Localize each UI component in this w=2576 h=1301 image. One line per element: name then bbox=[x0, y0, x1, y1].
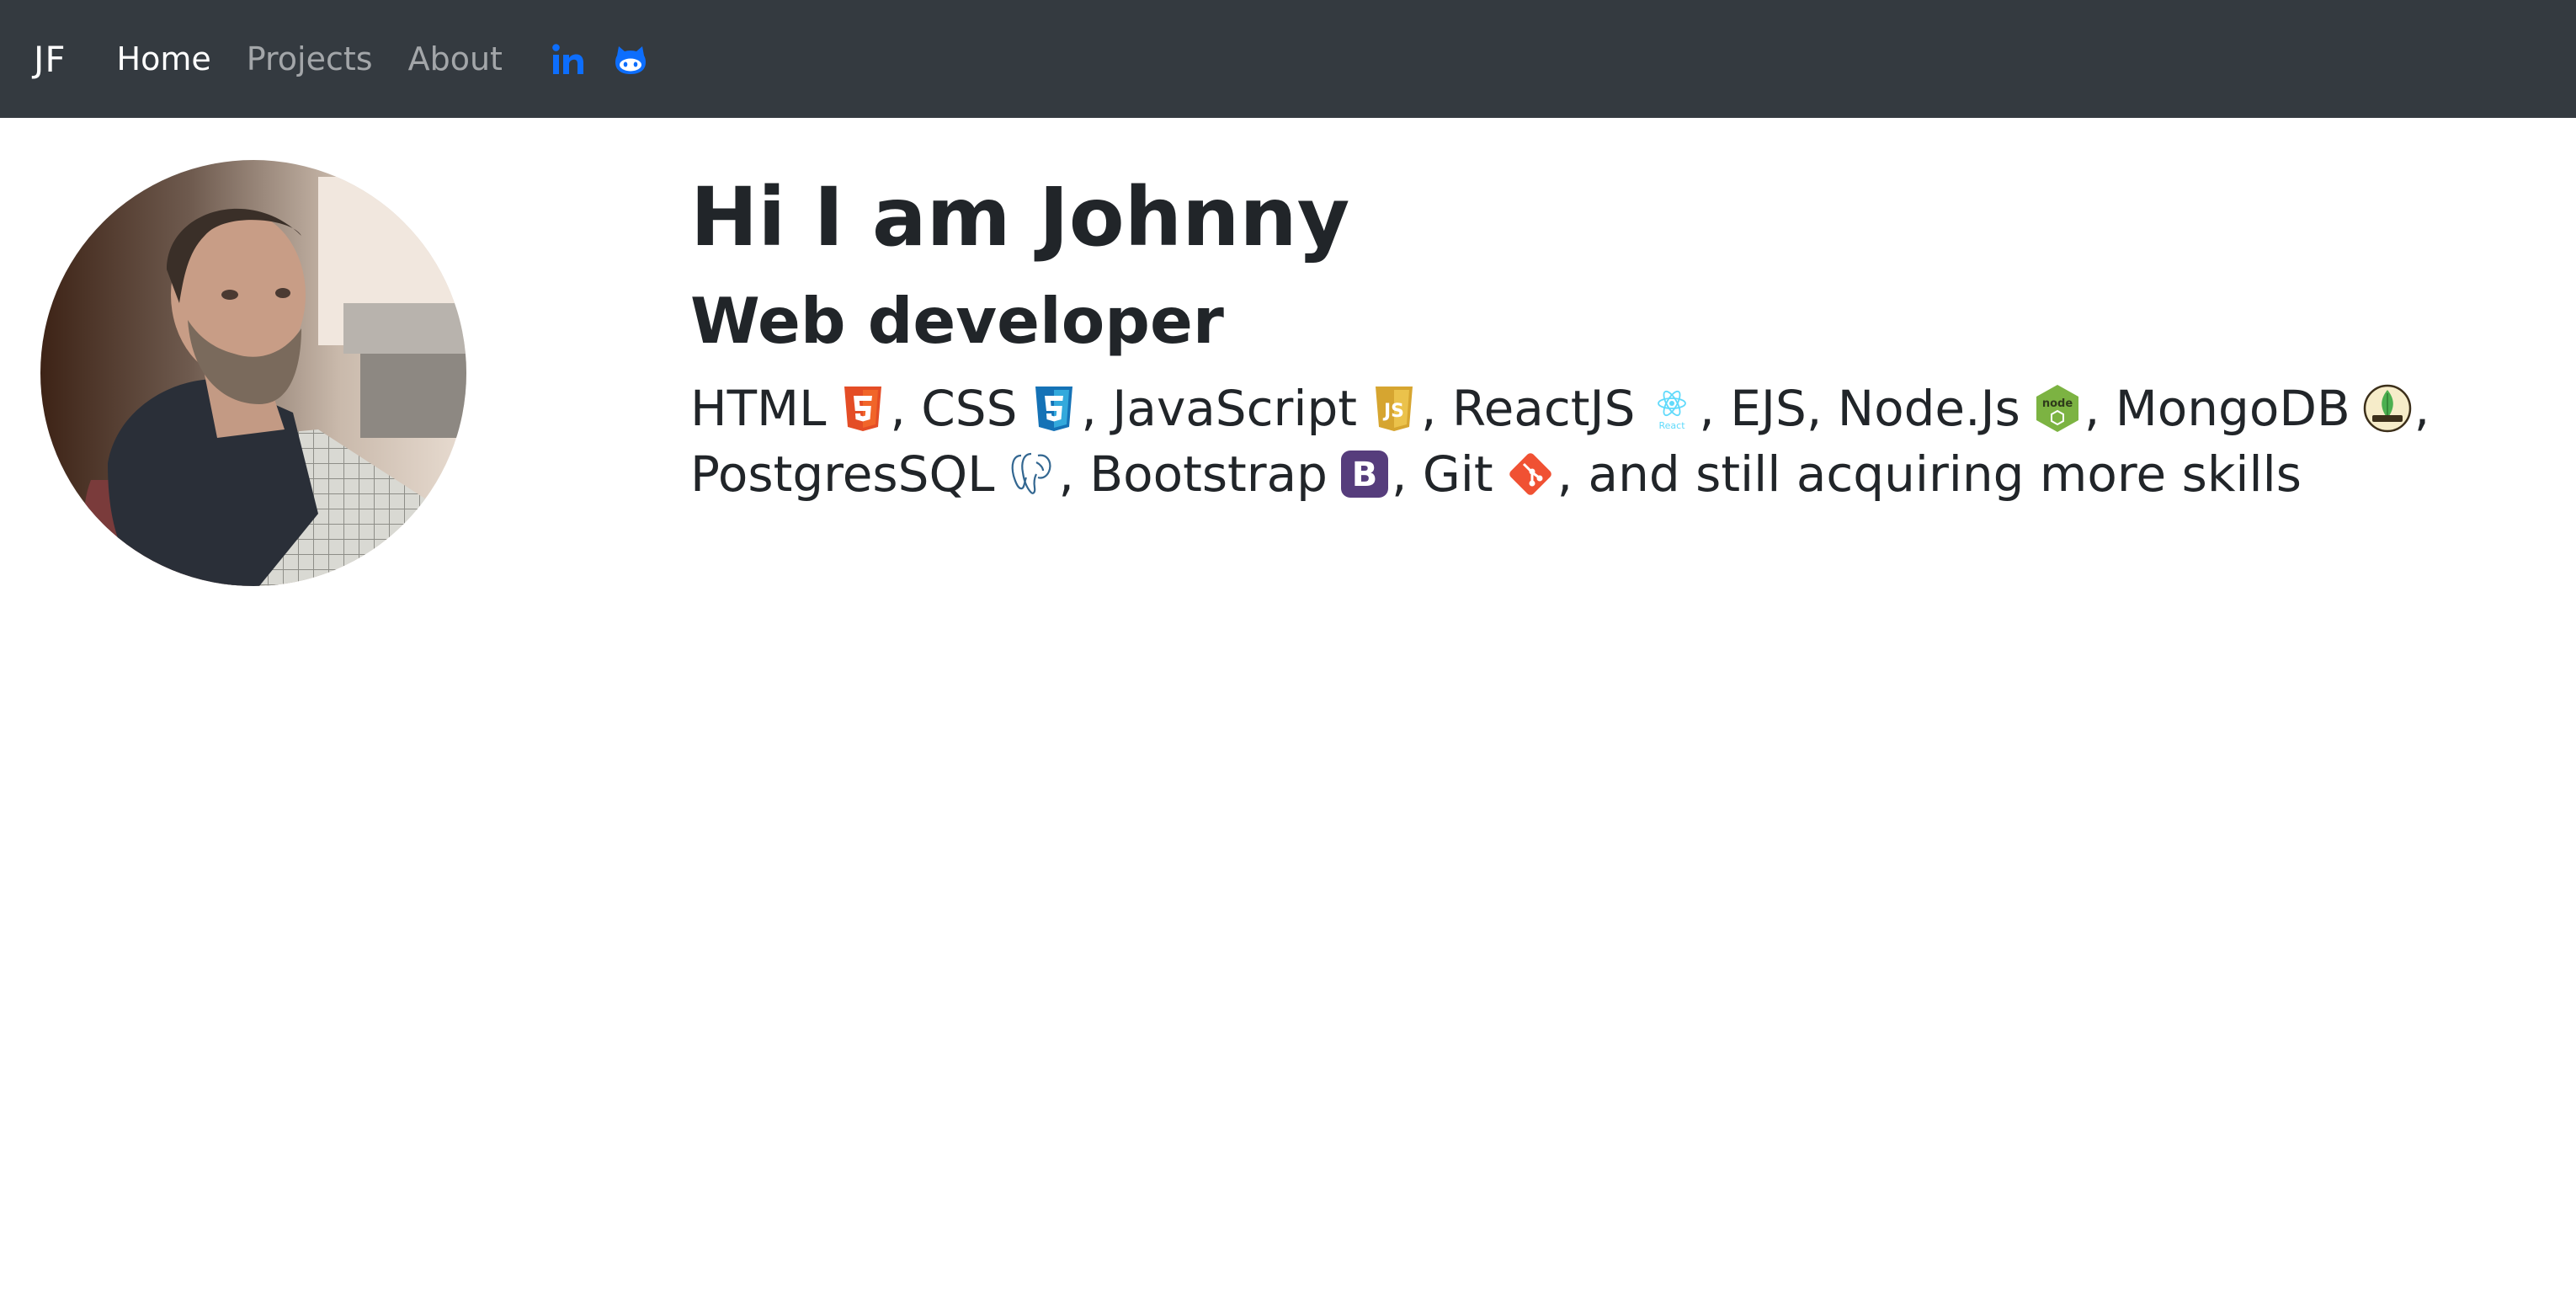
javascript-icon: JS bbox=[1369, 383, 1419, 434]
navbar: JF Home Projects About bbox=[0, 0, 2576, 118]
github-link[interactable] bbox=[612, 40, 649, 77]
svg-text:JS: JS bbox=[1382, 401, 1404, 422]
github-icon bbox=[615, 46, 646, 74]
svg-text:B: B bbox=[1352, 456, 1378, 494]
social-links bbox=[550, 40, 674, 77]
brand-logo[interactable]: JF bbox=[34, 39, 67, 80]
postgresql-icon bbox=[1006, 449, 1056, 499]
page-subtitle: Web developer bbox=[690, 284, 1224, 358]
git-icon bbox=[1505, 449, 1556, 499]
skill-html: HTML bbox=[690, 380, 827, 437]
nav-link-projects[interactable]: Projects bbox=[247, 40, 373, 77]
profile-photo bbox=[40, 160, 466, 586]
page-title: Hi I am Johnny bbox=[690, 170, 1350, 264]
mongodb-icon bbox=[2362, 383, 2413, 434]
skill-bootstrap: Bootstrap bbox=[1089, 445, 1328, 503]
intro-section: Hi I am Johnny Web developer HTML, CSS, … bbox=[690, 160, 2542, 507]
nav-link-home[interactable]: Home bbox=[117, 40, 211, 77]
linkedin-link[interactable] bbox=[550, 40, 587, 77]
nodejs-icon: node bbox=[2032, 383, 2083, 434]
html5-icon bbox=[838, 383, 888, 434]
svg-text:React: React bbox=[1659, 420, 1686, 431]
skill-reactjs: ReactJS bbox=[1451, 380, 1636, 437]
react-icon: React bbox=[1647, 383, 1697, 434]
linkedin-icon bbox=[552, 44, 583, 74]
skill-css: CSS bbox=[921, 380, 1018, 437]
skill-git: Git bbox=[1422, 445, 1493, 503]
skills-ending: , and still acquiring more skills bbox=[1557, 445, 2302, 503]
skill-javascript: JavaScript bbox=[1112, 380, 1358, 437]
nav-link-about[interactable]: About bbox=[408, 40, 503, 77]
skill-ejs: EJS bbox=[1730, 380, 1807, 437]
css3-icon bbox=[1029, 383, 1079, 434]
bootstrap-icon: B bbox=[1339, 449, 1390, 499]
skill-postgresql: PostgresSQL bbox=[690, 445, 995, 503]
skill-mongodb: MongoDB bbox=[2115, 380, 2350, 437]
skills-list: HTML, CSS, JavaScript JS, ReactJS React, E… bbox=[690, 380, 2430, 503]
svg-text:node: node bbox=[2042, 397, 2073, 410]
skill-nodejs: Node.Js bbox=[1837, 380, 2020, 437]
